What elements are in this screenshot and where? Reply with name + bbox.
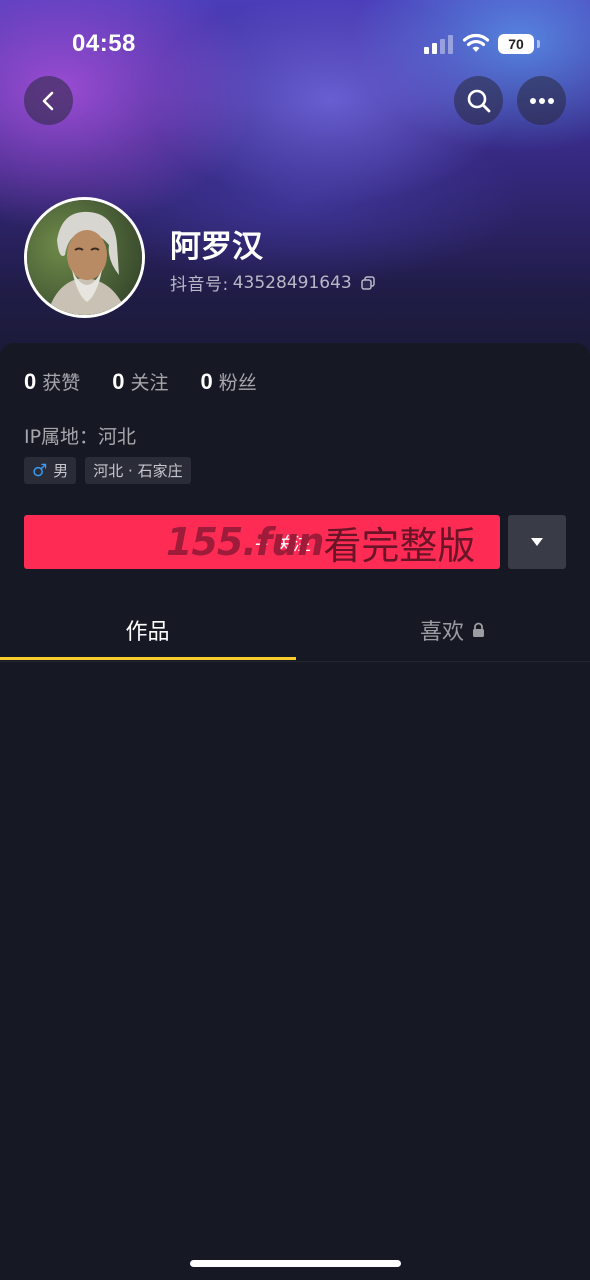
profile-name: 阿罗汉 [170,229,263,265]
region-label: 河北 · 石家庄 [93,462,183,480]
region-tag: 河北 · 石家庄 [85,457,191,484]
watermark-overlay: 155.fun 看完整版 [166,513,475,571]
gender-label: 男 [53,462,69,480]
tab-label: 作品 [125,620,170,645]
account-id-row[interactable]: 抖音号: 43528491643 [170,270,376,295]
stat-followers[interactable]: 0 粉丝 [201,368,257,395]
content-tabs: 作品 喜欢 [0,600,590,662]
more-options-button[interactable] [517,76,566,125]
recommend-dropdown-button[interactable] [508,515,566,569]
battery-indicator: 70 [498,34,534,54]
lock-icon [473,622,484,637]
back-button[interactable] [24,76,73,125]
avatar-portrait-image [27,200,142,315]
battery-tip [537,40,540,48]
watermark-text: 看完整版 [323,523,476,568]
watermark-domain: 155.fun [166,520,324,564]
tab-label: 喜欢 [419,620,464,645]
stat-value: 0 [24,369,37,394]
tab-likes[interactable]: 喜欢 [305,600,590,660]
stat-value: 0 [112,369,125,394]
search-icon [467,89,490,112]
more-horizontal-icon [529,97,554,104]
ip-location: IP属地：河北 [24,426,137,448]
stat-label: 粉丝 [218,372,257,394]
status-time: 04:58 [72,30,136,57]
account-id-value: 43528491643 [232,272,352,293]
home-indicator[interactable] [190,1260,401,1267]
active-tab-indicator [0,657,296,660]
gender-tag: ♂ 男 [24,457,77,484]
account-id-label: 抖音号: [170,275,229,295]
search-button[interactable] [454,76,503,125]
stat-label: 关注 [130,372,169,394]
stat-label: 获赞 [42,372,81,394]
wifi-icon [462,33,490,52]
chevron-left-icon [42,91,53,110]
stats-row: 0 获赞 0 关注 0 粉丝 [24,368,257,395]
cellular-signal-icon [424,34,454,54]
stat-following[interactable]: 0 关注 [112,368,168,395]
profile-tags: ♂ 男 河北 · 石家庄 [24,457,191,484]
stat-value: 0 [200,369,213,394]
male-icon: ♂ [32,460,48,481]
tab-works[interactable]: 作品 [0,600,295,660]
triangle-down-icon [531,538,543,546]
stat-likes[interactable]: 0 获赞 [24,368,80,395]
copy-icon[interactable] [360,275,376,291]
avatar[interactable] [24,197,145,318]
